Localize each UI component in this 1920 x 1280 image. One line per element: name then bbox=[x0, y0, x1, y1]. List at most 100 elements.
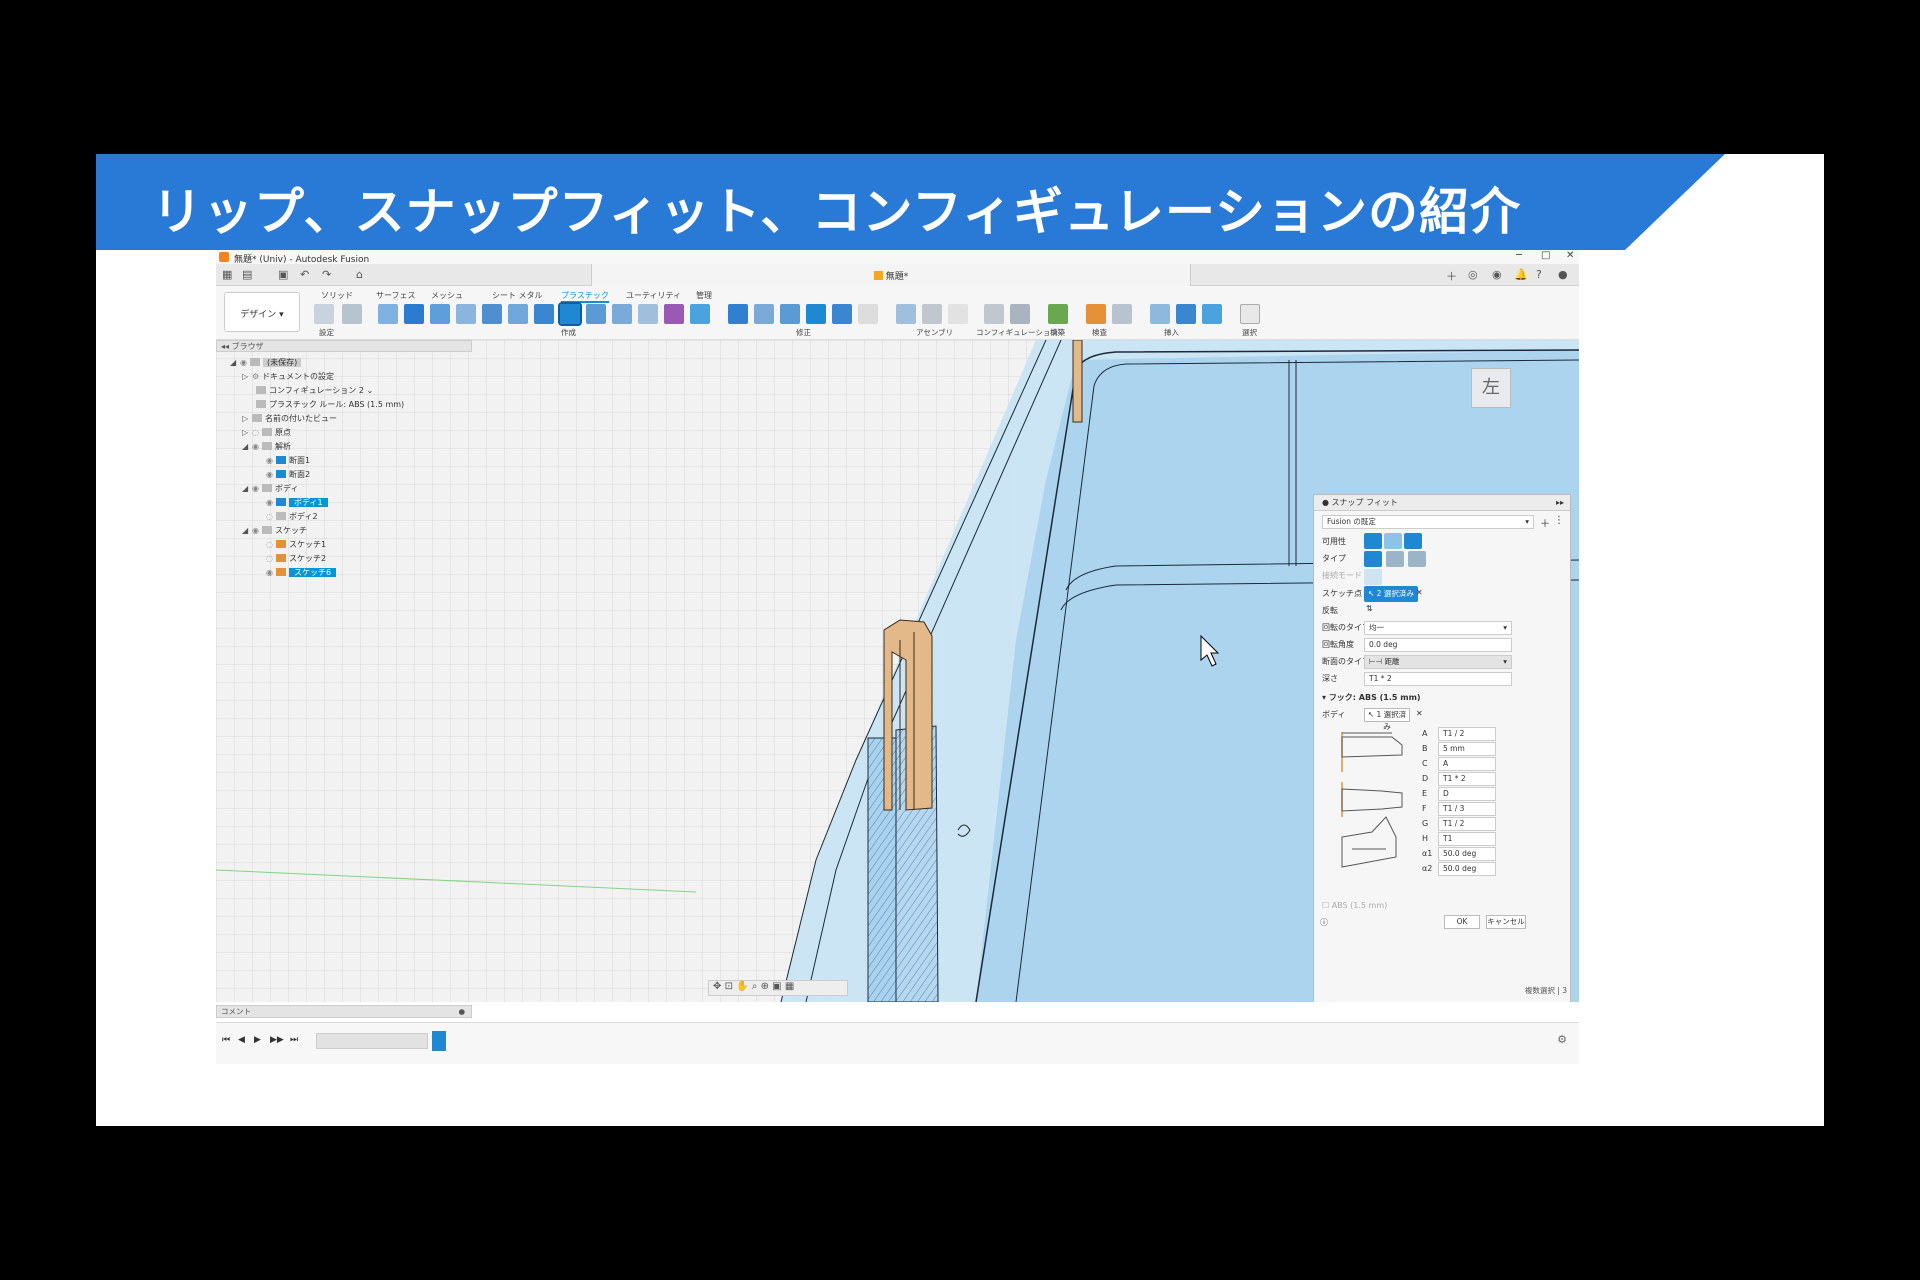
boss-icon[interactable] bbox=[456, 304, 476, 324]
collapse-icon[interactable]: ◂◂ bbox=[221, 342, 229, 351]
extrude-icon[interactable] bbox=[404, 304, 424, 324]
joint-icon[interactable] bbox=[922, 304, 942, 324]
cancel-button[interactable]: キャンセル bbox=[1486, 915, 1526, 929]
group-configuration[interactable]: コンフィギュレーション bbox=[976, 327, 1058, 338]
tab-solid[interactable]: ソリッド bbox=[321, 290, 353, 301]
snap-fit-icon[interactable] bbox=[558, 302, 582, 326]
timeline-marker[interactable] bbox=[432, 1031, 446, 1051]
tab-manage[interactable]: 管理 bbox=[696, 290, 712, 301]
hook-section-header[interactable]: ▾ フック: ABS (1.5 mm) bbox=[1322, 691, 1421, 705]
maximize-icon[interactable]: □ bbox=[1541, 250, 1550, 261]
add-preset-icon[interactable]: ＋ bbox=[1540, 515, 1550, 530]
display-settings-icon[interactable]: ▣ bbox=[772, 981, 781, 992]
measure-icon[interactable] bbox=[1086, 304, 1106, 324]
param-input[interactable]: T1 / 3 bbox=[1438, 802, 1496, 816]
home-icon[interactable]: ⌂ bbox=[356, 268, 363, 281]
avatar-icon[interactable]: ● bbox=[1558, 268, 1568, 281]
offset-plane-icon[interactable] bbox=[1048, 304, 1068, 324]
depth-input[interactable]: T1 * 2 bbox=[1364, 672, 1512, 686]
type-option-2[interactable] bbox=[1386, 551, 1404, 567]
param-input[interactable]: 50.0 deg bbox=[1438, 862, 1496, 876]
browser-root[interactable]: ◢ ◉ (未保存) bbox=[230, 356, 302, 370]
3d-viewport[interactable]: 左 ◂◂ ブラウザ ◢ ◉ (未保存) ▷ ⚙ ドキュメントの設定 コンフィギュレーショ… bbox=[216, 340, 1579, 1002]
combine-icon[interactable] bbox=[806, 304, 826, 324]
more-options-icon[interactable]: ⋮ bbox=[1554, 515, 1564, 526]
param-input[interactable]: A bbox=[1438, 757, 1496, 771]
expand-icon[interactable]: ▸▸ bbox=[1556, 495, 1564, 510]
param-input[interactable]: 5 mm bbox=[1438, 742, 1496, 756]
tab-utility[interactable]: ユーティリティ bbox=[626, 290, 681, 301]
browser-item-doc-settings[interactable]: ▷ ⚙ ドキュメントの設定 bbox=[242, 370, 334, 384]
fit-icon[interactable]: ⊕ bbox=[761, 981, 769, 992]
orbit-icon[interactable]: ✥ bbox=[713, 981, 721, 992]
browser-item-configuration[interactable]: コンフィギュレーション 2 ⌄ bbox=[256, 384, 373, 398]
sync-icon[interactable]: ◎ bbox=[1468, 268, 1478, 281]
pattern-icon[interactable] bbox=[638, 304, 658, 324]
config-table-icon[interactable] bbox=[1010, 304, 1030, 324]
group-select[interactable]: 選択 bbox=[1242, 327, 1257, 338]
notification-icon[interactable]: 🔔 bbox=[1514, 268, 1528, 281]
insert-image-icon[interactable] bbox=[1202, 304, 1222, 324]
param-input[interactable]: T1 bbox=[1438, 832, 1496, 846]
offset-face-icon[interactable] bbox=[832, 304, 852, 324]
chevron-down-icon[interactable]: ⌄ bbox=[366, 386, 373, 395]
pan-icon[interactable]: ✋ bbox=[736, 981, 748, 992]
browser-item-origin[interactable]: ▷ ◌ 原点 bbox=[242, 426, 291, 440]
browser-item-body1[interactable]: ◉ ボディ1 bbox=[266, 496, 328, 510]
clear-body-icon[interactable]: ✕ bbox=[1416, 709, 1423, 718]
close-icon[interactable]: ✕ bbox=[1566, 250, 1574, 261]
look-at-icon[interactable]: ⊡ bbox=[725, 981, 733, 992]
configure-icon[interactable] bbox=[984, 304, 1004, 324]
sketch-icon[interactable] bbox=[378, 304, 398, 324]
timeline-settings-icon[interactable]: ⚙ bbox=[1557, 1033, 1567, 1046]
grid-menu-icon[interactable]: ▦ bbox=[222, 268, 232, 281]
shell-icon[interactable] bbox=[430, 304, 450, 324]
apply-rule-checkbox[interactable]: ☐ ABS (1.5 mm) bbox=[1322, 899, 1387, 913]
browser-item-body2[interactable]: ◌ ボディ2 bbox=[266, 510, 318, 524]
browser-item-section2[interactable]: ◉ 断面2 bbox=[266, 468, 310, 482]
preset-select[interactable]: Fusion の既定 ▾ bbox=[1322, 515, 1534, 529]
param-input[interactable]: 50.0 deg bbox=[1438, 847, 1496, 861]
press-pull-icon[interactable] bbox=[728, 304, 748, 324]
browser-header[interactable]: ◂◂ ブラウザ bbox=[216, 340, 472, 352]
document-tab[interactable]: 無題* bbox=[591, 264, 1191, 286]
rule-settings-icon[interactable] bbox=[314, 304, 334, 324]
timeline-prev-icon[interactable]: ◀ bbox=[238, 1035, 245, 1045]
timeline-play-icon[interactable]: ▶ bbox=[254, 1035, 261, 1045]
select-icon[interactable] bbox=[1240, 304, 1260, 324]
form-icon[interactable] bbox=[664, 304, 684, 324]
browser-item-named-views[interactable]: ▷ 名前の付いたビュー bbox=[242, 412, 337, 426]
group-modify[interactable]: 修正 bbox=[796, 327, 811, 338]
file-icon[interactable]: ▤ bbox=[242, 268, 252, 281]
group-settings[interactable]: 設定 bbox=[319, 327, 334, 338]
web-icon[interactable] bbox=[508, 304, 528, 324]
browser-item-bodies[interactable]: ◢ ◉ ボディ bbox=[242, 482, 298, 496]
grid-settings-icon[interactable]: ▦ bbox=[785, 981, 794, 992]
flip-icon[interactable]: ⇅ bbox=[1366, 604, 1373, 613]
param-input[interactable]: D bbox=[1438, 787, 1496, 801]
lip-icon[interactable] bbox=[534, 304, 554, 324]
timeline-features[interactable] bbox=[316, 1033, 428, 1049]
group-create[interactable]: 作成 bbox=[561, 327, 576, 338]
body-select[interactable]: ↖ 1 選択済み bbox=[1364, 708, 1410, 731]
lattice-icon[interactable] bbox=[690, 304, 710, 324]
viewcube[interactable]: 左 bbox=[1471, 368, 1511, 408]
type-hook-option[interactable] bbox=[1364, 551, 1382, 567]
comment-bar[interactable]: コメント ● bbox=[216, 1005, 472, 1018]
browser-item-analysis[interactable]: ◢ ◉ 解析 bbox=[242, 440, 291, 454]
material-icon[interactable] bbox=[342, 304, 362, 324]
timeline-next-icon[interactable]: ▶▶ bbox=[270, 1035, 284, 1045]
help-icon[interactable]: ? bbox=[1536, 268, 1542, 281]
fillet-icon[interactable] bbox=[754, 304, 774, 324]
browser-item-sketches[interactable]: ◢ ◉ スケッチ bbox=[242, 524, 307, 538]
zoom-icon[interactable]: ⌕ bbox=[752, 981, 758, 992]
group-insert[interactable]: 挿入 bbox=[1164, 327, 1179, 338]
type-option-3[interactable] bbox=[1408, 551, 1426, 567]
tab-sheet-metal[interactable]: シート メタル bbox=[492, 290, 543, 301]
rib-icon[interactable] bbox=[482, 304, 502, 324]
group-assembly[interactable]: アセンブリ bbox=[916, 327, 953, 338]
insert-derive-icon[interactable] bbox=[1150, 304, 1170, 324]
ok-button[interactable]: OK bbox=[1444, 915, 1480, 929]
new-component-icon[interactable] bbox=[896, 304, 916, 324]
rest-icon[interactable] bbox=[586, 304, 606, 324]
